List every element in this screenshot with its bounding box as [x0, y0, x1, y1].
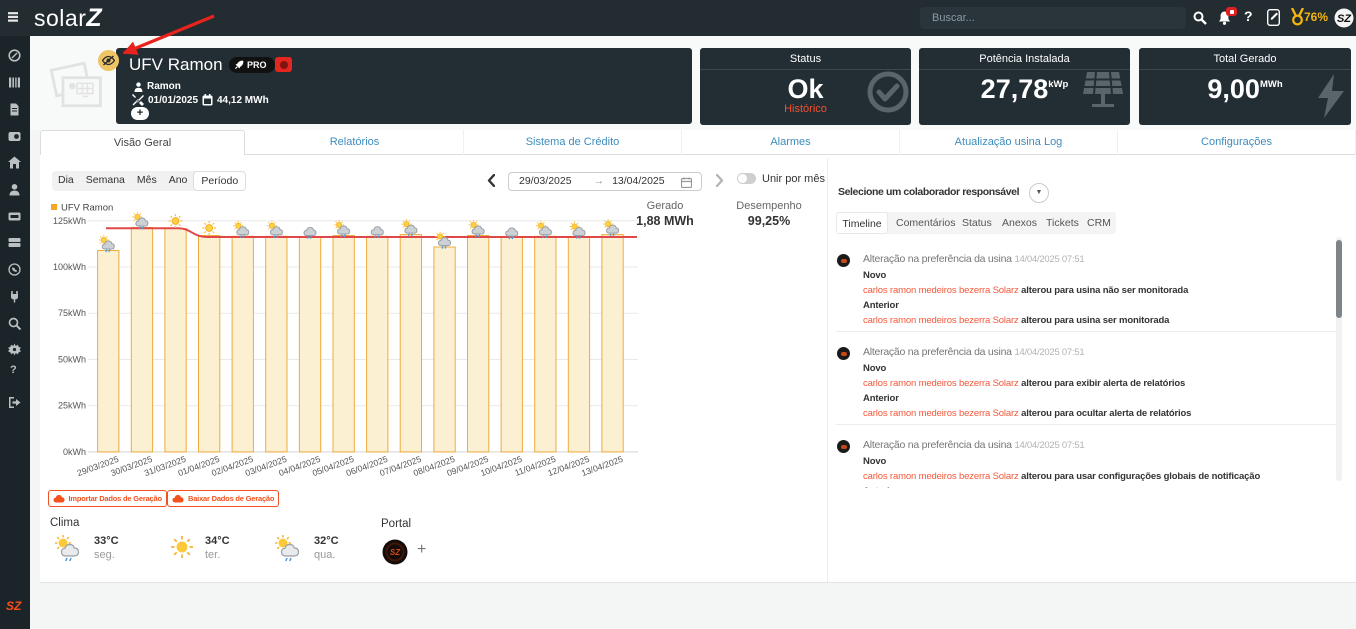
svg-text:SZ: SZ [1337, 13, 1352, 25]
svg-text:125kWh: 125kWh [53, 216, 86, 226]
svg-text:UFV Ramon: UFV Ramon [61, 203, 113, 214]
svg-text:SZ: SZ [390, 548, 401, 557]
